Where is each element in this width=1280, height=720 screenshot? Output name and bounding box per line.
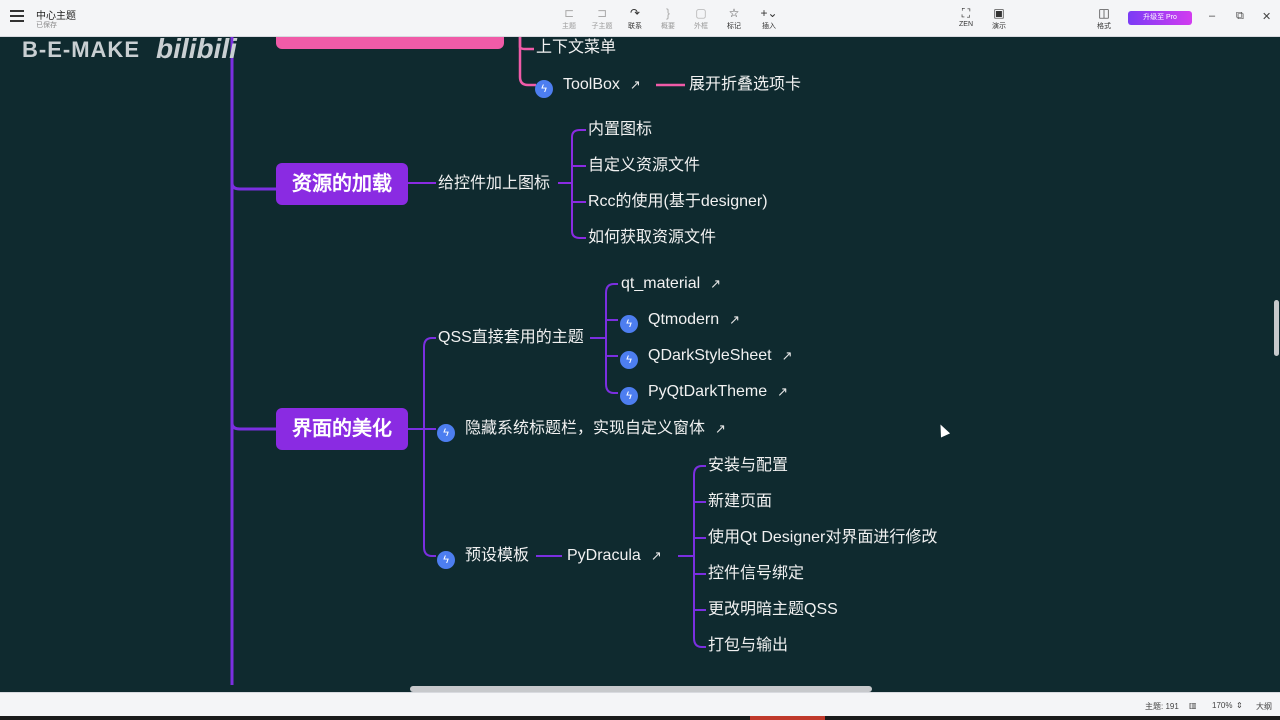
node-qtmodern[interactable]: ϟ Qtmodern ↗ — [620, 310, 740, 333]
minimize-icon[interactable]: – — [1209, 10, 1215, 22]
node-preset-template[interactable]: ϟ 预设模板 — [437, 546, 529, 569]
bolt-icon: ϟ — [620, 351, 638, 369]
node-pyqtdarktheme[interactable]: ϟ PyQtDarkTheme ↗ — [620, 382, 788, 405]
hamburger-menu-icon[interactable] — [10, 10, 24, 24]
node-toolbox[interactable]: ϟ ToolBox ↗ — [535, 75, 641, 98]
topic-icon: ⊏ — [563, 6, 575, 20]
marker-icon: ☆ — [728, 6, 740, 20]
node-qss-themes[interactable]: QSS直接套用的主题 — [438, 328, 584, 348]
node-custom-resource[interactable]: 自定义资源文件 — [588, 156, 700, 176]
watermark-text: B-E-MAKE — [22, 37, 140, 62]
insert-icon: +⌄ — [760, 6, 778, 20]
bolt-icon: ϟ — [620, 315, 638, 333]
format-panel-icon: ◫ — [1098, 6, 1110, 20]
zen-button[interactable]: ⛶ ZEN — [948, 5, 984, 33]
insert-button[interactable]: +⌄ 插入 — [751, 5, 787, 33]
taskbar-active-indicator — [750, 716, 825, 720]
bilibili-logo: bilibili — [156, 37, 237, 64]
node-new-page[interactable]: 新建页面 — [708, 492, 772, 512]
fullscreen-icon: ⛶ — [961, 6, 971, 20]
topic-button[interactable]: ⊏ 主题 — [551, 5, 587, 33]
marker-button[interactable]: ☆ 标记 — [716, 5, 752, 33]
node-qdarkstylesheet[interactable]: ϟ QDarkStyleSheet ↗ — [620, 346, 793, 369]
relationship-button[interactable]: ↷ 联系 — [617, 5, 653, 33]
outline-toggle[interactable]: 大纲 — [1256, 701, 1272, 712]
node-context-menu[interactable]: 上下文菜单 — [536, 38, 616, 58]
restore-icon[interactable]: ⧉ — [1236, 10, 1244, 23]
bolt-icon: ϟ — [535, 80, 553, 98]
present-button[interactable]: ▣ 演示 — [981, 5, 1017, 33]
node-pydracula[interactable]: PyDracula ↗ — [567, 546, 662, 566]
top-toolbar: 中心主题 已保存 ⊏ 主题 ⊐ 子主题 ↷ 联系 } 概要 ▢ 外框 ☆ 标记 +⌄ 插入 ⛶… — [0, 0, 1280, 37]
save-status: 已保存 — [36, 22, 57, 29]
node-theme-qss[interactable]: 更改明暗主题QSS — [708, 600, 838, 620]
node-hide-titlebar[interactable]: ϟ 隐藏系统标题栏，实现自定义窗体 ↗ — [437, 419, 726, 442]
topic-pill-partial[interactable] — [276, 37, 504, 49]
external-link-icon[interactable]: ↗ — [630, 75, 641, 95]
upgrade-pro-button[interactable]: 升级至 Pro — [1128, 11, 1192, 25]
node-add-icons[interactable]: 给控件加上图标 — [438, 174, 550, 194]
external-link-icon[interactable]: ↗ — [777, 382, 788, 402]
topic-ui-beautify[interactable]: 界面的美化 — [276, 408, 408, 450]
node-rcc-usage[interactable]: Rcc的使用(基于designer) — [588, 192, 768, 212]
node-designer-modify[interactable]: 使用Qt Designer对界面进行修改 — [708, 528, 937, 548]
topic-count: 主题: 191 — [1145, 702, 1179, 711]
outline-book-icon[interactable]: ▥ — [1189, 701, 1197, 710]
node-package-output[interactable]: 打包与输出 — [708, 636, 788, 656]
vertical-scrollbar[interactable] — [1274, 300, 1279, 356]
node-get-resource[interactable]: 如何获取资源文件 — [588, 228, 716, 248]
summary-button[interactable]: } 概要 — [650, 5, 686, 33]
format-button[interactable]: ◫ 格式 — [1086, 5, 1122, 33]
close-icon[interactable]: ✕ — [1262, 10, 1271, 23]
zoom-stepper-icon[interactable]: ⇕ — [1236, 701, 1243, 710]
zoom-level[interactable]: 170% — [1212, 701, 1232, 710]
external-link-icon[interactable]: ↗ — [782, 346, 793, 366]
bolt-icon: ϟ — [437, 424, 455, 442]
boundary-button[interactable]: ▢ 外框 — [683, 5, 719, 33]
bolt-icon: ϟ — [437, 551, 455, 569]
node-builtin-icons[interactable]: 内置图标 — [588, 120, 652, 140]
boundary-icon: ▢ — [695, 6, 707, 20]
mindmap-canvas[interactable]: B-E-MAKE bilibili 上下文菜单 ϟ ToolBox ↗ 展开折叠选项… — [0, 37, 1280, 685]
play-icon: ▣ — [993, 6, 1005, 20]
summary-icon: } — [665, 6, 670, 20]
external-link-icon[interactable]: ↗ — [729, 310, 740, 330]
external-link-icon[interactable]: ↗ — [715, 419, 726, 439]
node-toolbox-note[interactable]: 展开折叠选项卡 — [689, 75, 801, 95]
external-link-icon[interactable]: ↗ — [651, 546, 662, 566]
relationship-icon: ↷ — [629, 6, 641, 20]
node-qt-material[interactable]: qt_material ↗ — [621, 274, 721, 294]
external-link-icon[interactable]: ↗ — [710, 274, 721, 294]
node-install-config[interactable]: 安装与配置 — [708, 456, 788, 476]
node-signal-binding[interactable]: 控件信号绑定 — [708, 564, 804, 584]
subtopic-button[interactable]: ⊐ 子主题 — [584, 5, 620, 33]
topic-resources[interactable]: 资源的加载 — [276, 163, 408, 205]
bolt-icon: ϟ — [620, 387, 638, 405]
subtopic-icon: ⊐ — [596, 6, 608, 20]
taskbar-strip — [0, 716, 1280, 720]
